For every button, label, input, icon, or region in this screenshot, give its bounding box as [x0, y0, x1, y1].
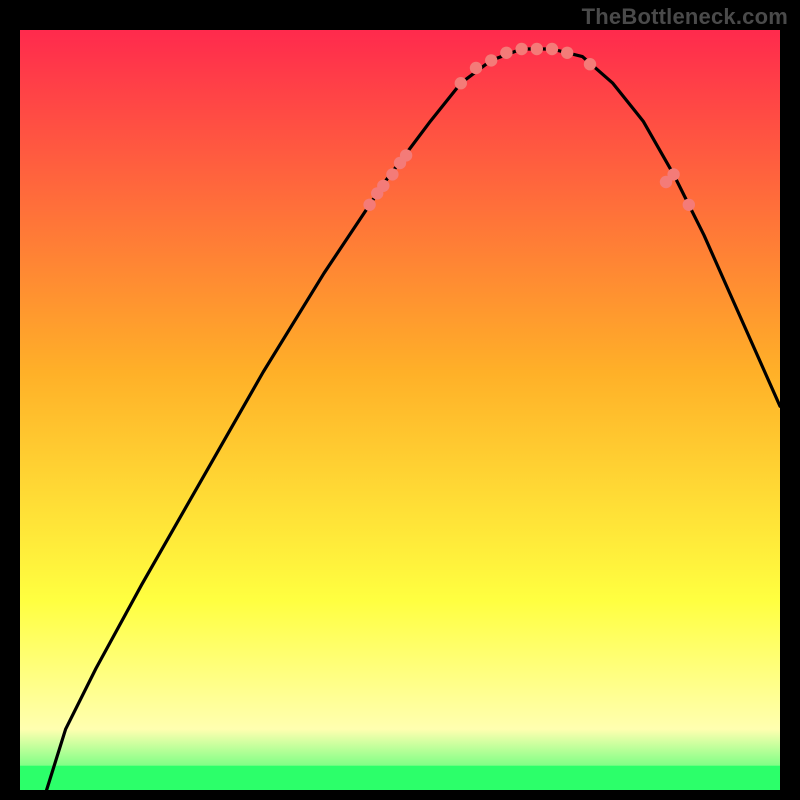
data-point: [500, 47, 512, 59]
data-point: [515, 43, 527, 55]
data-point: [470, 62, 482, 74]
data-point: [455, 77, 467, 89]
data-point: [386, 168, 398, 180]
data-point: [584, 58, 596, 70]
chart-svg: [20, 30, 780, 790]
data-point: [531, 43, 543, 55]
gradient-background: [20, 30, 780, 790]
data-point: [485, 54, 497, 66]
data-point: [400, 149, 412, 161]
data-point: [377, 180, 389, 192]
data-point: [683, 199, 695, 211]
chart-root: TheBottleneck.com: [0, 0, 800, 800]
data-point: [561, 47, 573, 59]
plot-area: [20, 30, 780, 790]
data-point: [363, 199, 375, 211]
green-bottom-band: [20, 766, 780, 790]
watermark-text: TheBottleneck.com: [582, 4, 788, 30]
data-point: [546, 43, 558, 55]
data-point: [667, 168, 679, 180]
